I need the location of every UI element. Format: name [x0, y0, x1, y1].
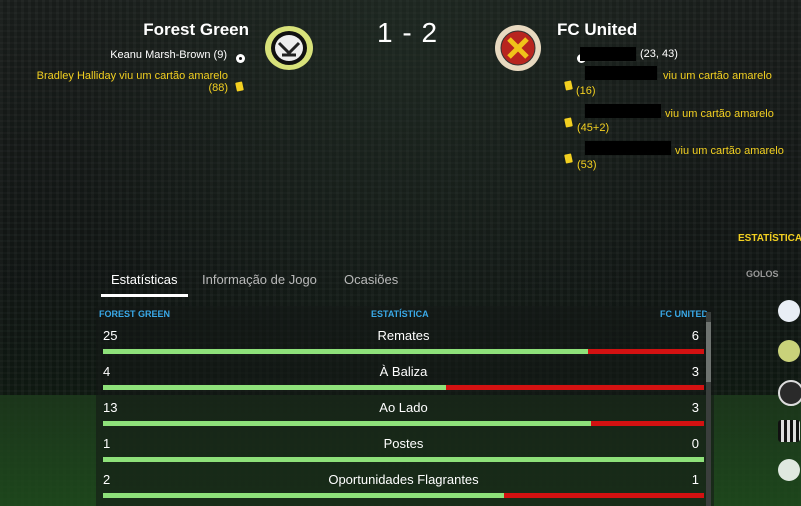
home-team-name: Forest Green [143, 20, 249, 39]
club-crest-icon[interactable] [778, 380, 801, 406]
stat-away-value: 1 [691, 472, 699, 487]
scrollbar-thumb[interactable] [706, 322, 711, 382]
stat-away-value: 0 [691, 436, 699, 451]
stat-bar-home [103, 349, 588, 354]
stats-header-away: FC UNITED [660, 309, 708, 319]
stat-label: Oportunidades Flagrantes [328, 472, 479, 487]
stat-bar-away [446, 385, 704, 390]
stat-bar-away [504, 493, 704, 498]
redacted-name [585, 141, 671, 155]
stat-label: Ao Lado [379, 400, 428, 415]
away-card-minute-1: (16) [576, 85, 596, 97]
club-crest-icon[interactable] [778, 459, 800, 481]
stat-comparison-bar [103, 493, 704, 498]
tab-active-indicator [101, 294, 188, 297]
stats-header-label: ESTATÍSTICA [371, 309, 429, 319]
forest-green-crest-icon[interactable] [778, 340, 800, 362]
stat-bar-home [103, 385, 446, 390]
stat-bar-home [103, 457, 704, 462]
club-crest-icon[interactable] [778, 420, 800, 442]
stat-comparison-bar [103, 349, 704, 354]
stat-away-value: 3 [691, 364, 699, 379]
tab-statistics[interactable]: Estatísticas [111, 272, 177, 287]
ball-icon [236, 54, 245, 63]
stat-bar-home [103, 421, 591, 426]
home-card-text: Bradley Halliday viu um cartão amarelo [36, 70, 228, 82]
stat-comparison-bar [103, 421, 704, 426]
stat-away-value: 6 [691, 328, 699, 343]
stat-comparison-bar [103, 385, 704, 390]
redacted-name [585, 66, 657, 80]
home-scorer: Keanu Marsh-Brown (9) [110, 49, 227, 61]
stat-bar-away [591, 421, 704, 426]
stat-away-value: 3 [691, 400, 699, 415]
away-card-text-2: viu um cartão amarelo [665, 108, 774, 120]
club-crest-icon[interactable] [778, 300, 800, 322]
away-card-minute-2: (45+2) [577, 122, 610, 134]
away-card-text-3: viu um cartão amarelo [675, 145, 784, 157]
redacted-name [585, 104, 661, 118]
stats-scrollbar[interactable] [706, 312, 711, 506]
away-card-text-1: viu um cartão amarelo [663, 70, 772, 82]
stat-comparison-bar [103, 457, 704, 462]
stat-bar-home [103, 493, 504, 498]
stat-label: À Baliza [379, 364, 428, 379]
stat-bar-away [588, 349, 704, 354]
tab-match-info[interactable]: Informação de Jogo [202, 272, 317, 287]
stat-label: Remates [377, 328, 430, 343]
away-card-minute-3: (53) [577, 159, 597, 171]
match-score: 1 - 2 [377, 17, 439, 48]
home-card-minute: (88) [208, 82, 228, 94]
away-team-name: FC United [557, 20, 638, 39]
side-stats-label[interactable]: ESTATÍSTICA [738, 233, 801, 244]
tab-chances[interactable]: Ocasiões [344, 272, 398, 287]
redacted-name [580, 47, 636, 61]
side-goals-label[interactable]: GOLOS [746, 269, 779, 279]
fc-united-crest-icon [495, 25, 541, 71]
away-scorer-minutes: (23, 43) [640, 48, 678, 60]
stats-header-home: FOREST GREEN [99, 309, 171, 319]
home-card-event: Bradley Halliday viu um cartão amarelo (… [0, 70, 228, 94]
forest-green-crest-icon [265, 26, 313, 70]
stat-label: Postes [383, 436, 424, 451]
